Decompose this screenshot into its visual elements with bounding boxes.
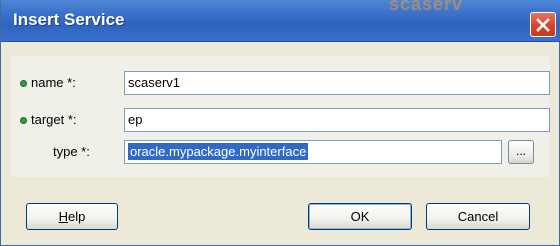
- title-bar[interactable]: scaserv Insert Service: [1, 0, 560, 42]
- cancel-button[interactable]: Cancel: [426, 203, 530, 230]
- insert-service-dialog: scaserv Insert Service name *: scaserv1 …: [0, 0, 560, 246]
- form-panel: name *: scaserv1 target *: ep type *: or…: [11, 56, 550, 177]
- target-row: target *: ep: [11, 108, 550, 132]
- target-label: target *:: [31, 112, 77, 127]
- background-ghost-text: scaserv: [389, 0, 464, 14]
- close-icon: [536, 18, 550, 32]
- help-label: elp: [68, 209, 86, 224]
- dialog-title: Insert Service: [13, 10, 125, 29]
- ok-button[interactable]: OK: [308, 203, 412, 230]
- required-indicator-icon: [20, 80, 27, 87]
- type-row: type *: oracle.mypackage.myinterface ...: [11, 140, 550, 164]
- close-button[interactable]: [530, 12, 556, 37]
- help-mnemonic: H: [58, 209, 69, 224]
- name-field[interactable]: scaserv1: [124, 71, 550, 95]
- browse-button[interactable]: ...: [508, 140, 534, 164]
- name-row: name *: scaserv1: [11, 71, 550, 95]
- required-indicator-icon: [20, 117, 27, 124]
- help-button[interactable]: Help: [26, 203, 118, 230]
- target-field[interactable]: ep: [124, 108, 550, 132]
- type-field-selected-text: oracle.mypackage.myinterface: [128, 143, 309, 160]
- name-label: name *:: [31, 75, 76, 90]
- type-field[interactable]: oracle.mypackage.myinterface: [124, 140, 502, 164]
- type-label: type *:: [53, 144, 90, 159]
